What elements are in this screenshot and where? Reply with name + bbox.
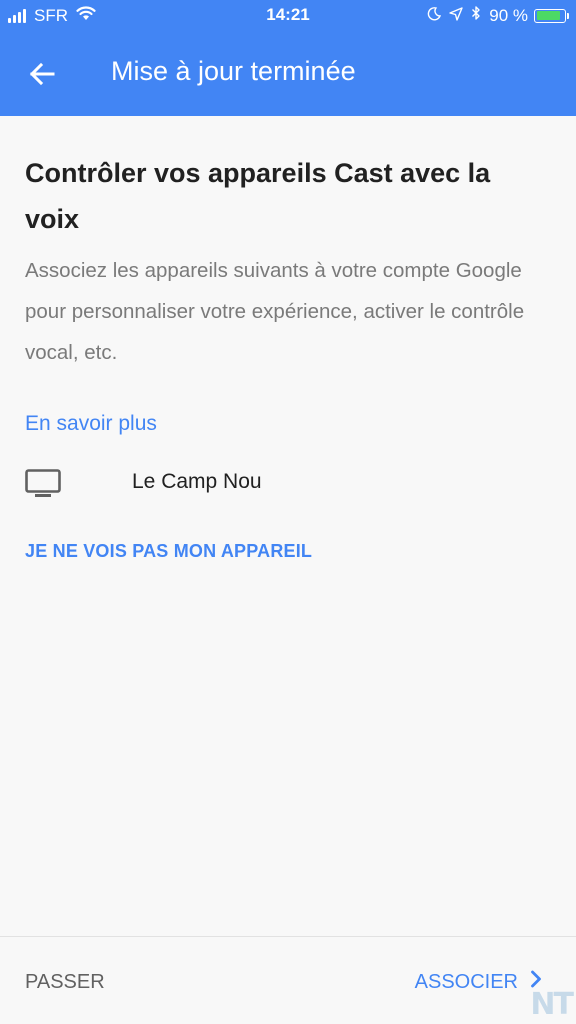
back-button[interactable] xyxy=(26,58,58,90)
status-bar: SFR 14:21 90 % xyxy=(0,0,576,32)
app-bar: Mise à jour terminée xyxy=(0,32,576,116)
battery-fill xyxy=(536,11,560,20)
status-bar-right: 90 % xyxy=(419,5,569,26)
device-not-found-button[interactable]: JE NE VOIS PAS MON APPAREIL xyxy=(25,541,312,562)
associate-button[interactable]: ASSOCIER xyxy=(415,970,542,994)
bluetooth-icon xyxy=(471,5,481,26)
page-title: Mise à jour terminée xyxy=(111,56,356,86)
battery-icon xyxy=(534,8,569,23)
device-list-item[interactable]: Le Camp Nou xyxy=(25,465,545,505)
section-description: Associez les appareils suivants à votre … xyxy=(25,259,525,364)
watermark-logo: NT xyxy=(530,987,574,1022)
section-heading: Contrôler vos appareils Cast avec la voi… xyxy=(25,158,491,234)
tv-icon xyxy=(25,469,61,504)
skip-button[interactable]: PASSER xyxy=(25,971,105,994)
moon-icon xyxy=(427,6,442,26)
battery-percentage: 90 % xyxy=(489,5,528,25)
learn-more-link[interactable]: En savoir plus xyxy=(25,412,157,436)
location-icon xyxy=(449,6,463,26)
arrow-back-icon xyxy=(29,62,55,86)
device-name: Le Camp Nou xyxy=(132,470,262,493)
bottom-action-bar: PASSER ASSOCIER NT xyxy=(0,936,576,1024)
associate-label: ASSOCIER xyxy=(414,970,518,993)
